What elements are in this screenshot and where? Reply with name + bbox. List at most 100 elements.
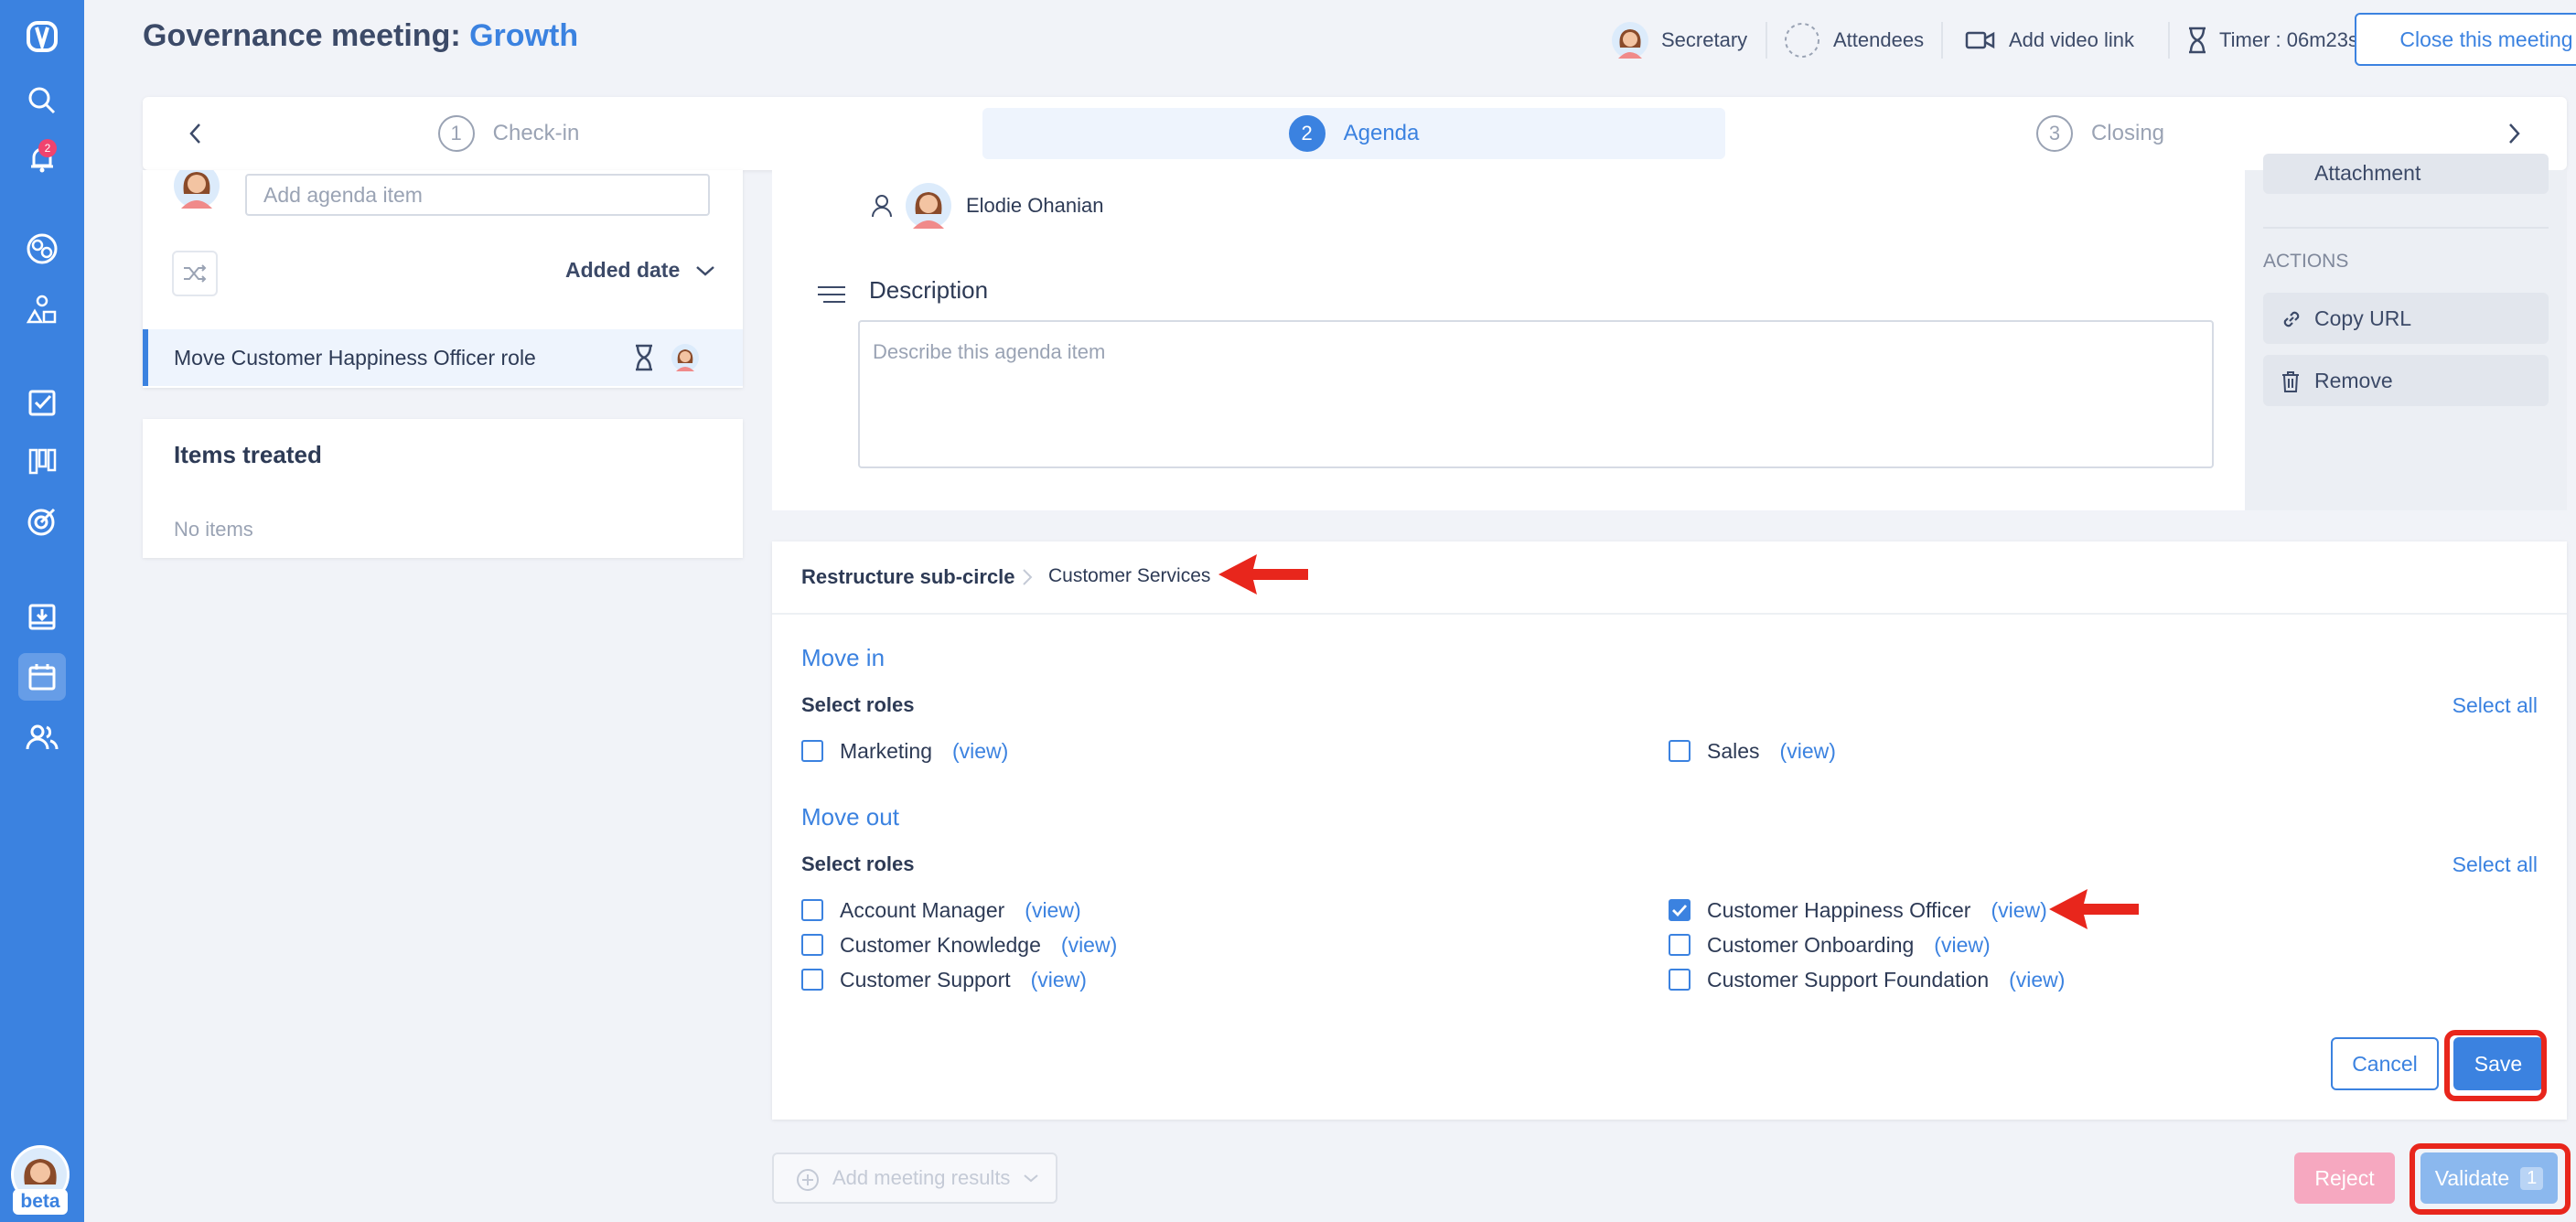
actions-section-label: ACTIONS: [2263, 251, 2349, 272]
remove-button[interactable]: Remove: [2263, 355, 2549, 406]
role-checkbox-customer-onboarding[interactable]: Customer Onboarding (view): [1669, 931, 1991, 959]
step-closing[interactable]: 3 Closing: [1936, 108, 2265, 159]
copy-url-button[interactable]: Copy URL: [2263, 293, 2549, 344]
sort-dropdown[interactable]: Added date: [565, 258, 716, 283]
close-meeting-button[interactable]: Close this meeting: [2355, 13, 2576, 66]
role-name: Account Manager: [840, 897, 1005, 922]
cancel-button[interactable]: Cancel: [2331, 1037, 2439, 1090]
role-name: Sales: [1707, 738, 1760, 763]
meeting-stepper: 1 Check-in 2 Agenda 3 Closing: [143, 97, 2567, 170]
breadcrumb: Restructure sub-circle Customer Services: [772, 541, 2567, 615]
agenda-list-panel: Add agenda item Added date Move Customer…: [143, 170, 743, 388]
role-checkbox-marketing[interactable]: Marketing (view): [801, 737, 1008, 765]
view-role-link[interactable]: (view): [1061, 933, 1117, 958]
circles-icon[interactable]: [18, 225, 66, 273]
logo-icon[interactable]: [18, 13, 66, 60]
attendees-selector[interactable]: Attendees: [1784, 22, 1924, 59]
reject-button[interactable]: Reject: [2294, 1152, 2395, 1204]
view-role-link[interactable]: (view): [1780, 739, 1836, 764]
timer[interactable]: Timer : 06m23s: [2186, 22, 2358, 59]
people-icon[interactable]: [18, 713, 66, 761]
inbox-icon[interactable]: [18, 593, 66, 640]
view-role-link[interactable]: (view): [1991, 898, 2046, 923]
search-icon[interactable]: [18, 77, 66, 124]
shapes-icon[interactable]: [18, 285, 66, 333]
checklist-icon[interactable]: [18, 379, 66, 426]
attendees-placeholder-icon: [1784, 22, 1820, 59]
step-check-in[interactable]: 1 Check-in: [252, 108, 765, 159]
role-checkbox-customer-support[interactable]: Customer Support (view): [801, 966, 1087, 993]
view-role-link[interactable]: (view): [952, 739, 1008, 764]
divider: [1941, 22, 1943, 59]
actions-panel: Attachment ACTIONS Copy URL Remove: [2245, 154, 2567, 510]
add-video-link-button[interactable]: Add video link: [1965, 22, 2134, 59]
role-name: Marketing: [840, 738, 932, 763]
assignee-name: Elodie Ohanian: [966, 194, 1104, 217]
view-role-link[interactable]: (view): [1031, 968, 1087, 992]
description-lines-icon: [816, 284, 847, 306]
add-meeting-results-button[interactable]: Add meeting results: [772, 1152, 1057, 1204]
view-role-link[interactable]: (view): [1025, 898, 1080, 923]
checkbox[interactable]: [801, 934, 823, 956]
attachment-button[interactable]: Attachment: [2263, 154, 2549, 194]
add-agenda-item-input[interactable]: Add agenda item: [245, 174, 710, 216]
checkmark-icon: [1672, 905, 1688, 916]
trash-icon: [2280, 370, 2302, 393]
secretary-avatar: [1612, 22, 1648, 59]
checkbox-checked[interactable]: [1669, 899, 1690, 921]
avatar: [906, 183, 951, 229]
checkbox[interactable]: [801, 899, 823, 921]
description-label: Description: [869, 276, 989, 304]
sort-label: Added date: [565, 258, 681, 282]
annotation-arrow-icon: [1217, 551, 1310, 598]
annotation-ring: [2410, 1143, 2571, 1215]
remove-label: Remove: [2314, 368, 2393, 392]
chevron-right-icon[interactable]: [2499, 119, 2528, 148]
role-checkbox-sales[interactable]: Sales (view): [1669, 737, 1836, 765]
select-roles-label: Select roles: [801, 852, 915, 875]
target-icon[interactable]: [18, 498, 66, 545]
chevron-right-icon: [1021, 567, 1034, 587]
role-name: Customer Onboarding: [1707, 932, 1915, 957]
secretary-selector[interactable]: Secretary: [1612, 22, 1747, 59]
copy-url-label: Copy URL: [2314, 306, 2412, 330]
checkbox[interactable]: [1669, 934, 1690, 956]
board-icon[interactable]: [18, 437, 66, 485]
step-number: 1: [437, 115, 475, 152]
role-checkbox-customer-happiness-officer[interactable]: Customer Happiness Officer (view): [1669, 896, 2047, 924]
breadcrumb-parent[interactable]: Restructure sub-circle: [801, 565, 1015, 589]
video-label: Add video link: [2009, 28, 2134, 51]
hourglass-icon: [2186, 27, 2208, 54]
calendar-icon[interactable]: [18, 653, 66, 701]
view-role-link[interactable]: (view): [1934, 933, 1990, 958]
select-all-move-out[interactable]: Select all: [2453, 852, 2538, 877]
bell-icon[interactable]: 2: [18, 135, 66, 183]
items-treated-panel: Items treated No items: [143, 419, 743, 558]
description-textarea[interactable]: Describe this agenda item: [858, 320, 2214, 468]
chevron-left-icon[interactable]: [181, 119, 210, 148]
select-all-move-in[interactable]: Select all: [2453, 693, 2538, 718]
role-checkbox-customer-knowledge[interactable]: Customer Knowledge (view): [801, 931, 1117, 959]
plus-circle-icon: [796, 1168, 820, 1192]
notification-badge: 2: [38, 139, 57, 157]
annotation-arrow-icon: [2047, 885, 2141, 933]
select-roles-label: Select roles: [801, 693, 915, 716]
empty-state-label: No items: [174, 518, 253, 541]
add-results-label: Add meeting results: [832, 1166, 1011, 1189]
circle-name[interactable]: Growth: [469, 18, 578, 53]
agenda-item-row[interactable]: Move Customer Happiness Officer role: [143, 329, 743, 386]
title-prefix: Governance meeting:: [143, 18, 470, 53]
checkbox[interactable]: [1669, 740, 1690, 762]
role-checkbox-customer-support-foundation[interactable]: Customer Support Foundation (view): [1669, 966, 2065, 993]
breadcrumb-current: Customer Services: [1048, 565, 1211, 586]
role-name: Customer Support Foundation: [1707, 967, 1990, 992]
step-agenda[interactable]: 2 Agenda: [982, 108, 1725, 159]
checkbox[interactable]: [1669, 969, 1690, 991]
assignee[interactable]: Elodie Ohanian: [871, 183, 1103, 229]
shuffle-icon[interactable]: [172, 251, 218, 296]
view-role-link[interactable]: (view): [2009, 968, 2065, 992]
role-name: Customer Support: [840, 967, 1011, 992]
checkbox[interactable]: [801, 740, 823, 762]
checkbox[interactable]: [801, 969, 823, 991]
role-checkbox-account-manager[interactable]: Account Manager (view): [801, 896, 1081, 924]
